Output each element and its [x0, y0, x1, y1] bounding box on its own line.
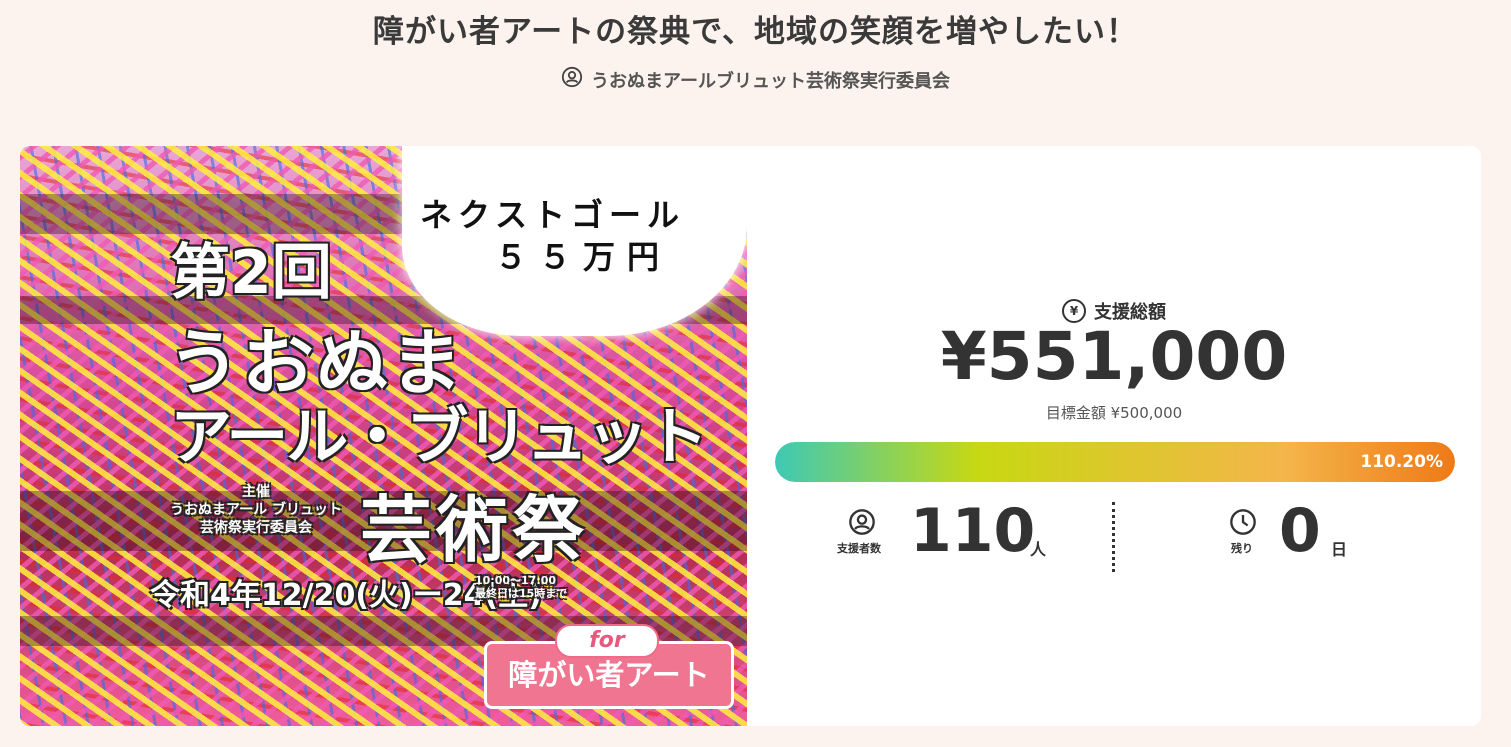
remaining-count: 0 — [1279, 496, 1321, 566]
hero-organizer: 主催 うおぬまアール ブリュット 芸術祭実行委員会 — [170, 484, 343, 536]
hero-name-line3: 芸術祭 — [360, 488, 589, 572]
progress-text: 110.20% — [1360, 452, 1443, 472]
remaining-metric: 残り 0 日 — [1229, 496, 1379, 576]
next-goal-amount: ５５万円 — [495, 238, 672, 276]
supporters-unit: 人 — [1030, 540, 1047, 559]
person-icon — [849, 509, 875, 535]
total-amount: ¥551,000 — [940, 318, 1288, 395]
category-badge-for: for — [555, 624, 659, 658]
metrics-divider — [1112, 502, 1115, 572]
remaining-label: 残り — [1231, 542, 1253, 555]
supporters-count: 110 — [910, 496, 1036, 566]
target-amount: 目標金額 ¥500,000 — [1045, 404, 1183, 422]
hero-image[interactable]: ネクストゴール ５５万円 第2回 うおぬま アール・ブリュット 芸術祭 主催 う… — [20, 146, 747, 726]
progress-bar: 110.20% — [775, 442, 1455, 482]
hero-edition: 第2回 — [170, 238, 332, 308]
remaining-unit: 日 — [1331, 540, 1348, 559]
funding-stats: ¥ 支援総額 ¥551,000 目標金額 ¥500,000 110.20% 支援… — [747, 146, 1481, 726]
clock-icon — [1230, 509, 1256, 535]
supporters-label: 支援者数 — [837, 542, 881, 555]
project-card: ネクストゴール ５５万円 第2回 うおぬま アール・ブリュット 芸術祭 主催 う… — [20, 146, 1481, 726]
page-title: 障がい者アートの祭典で、地域の笑顔を増やしたい！ — [373, 14, 1138, 50]
progress-fill — [775, 442, 1455, 482]
hero-hours: 10:00〜17:00 最終日は15時まで — [475, 574, 568, 600]
supporters-metric: 支援者数 110 人 — [837, 496, 1072, 576]
hero-name-line2: アール・ブリュット — [170, 400, 708, 473]
next-goal-text: ネクストゴール — [420, 196, 686, 234]
person-icon — [561, 66, 583, 93]
project-owner[interactable]: うおぬまアールブリュット芸術祭実行委員会 — [0, 66, 1511, 93]
owner-name[interactable]: うおぬまアールブリュット芸術祭実行委員会 — [591, 67, 950, 93]
